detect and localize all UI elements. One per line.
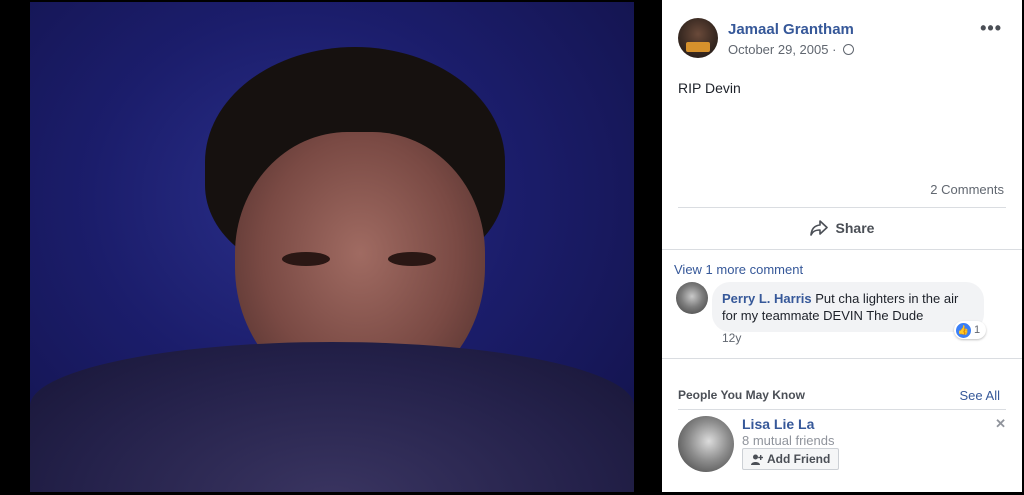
share-button[interactable]: Share <box>662 210 1022 246</box>
post-side-panel: Jamaal Grantham October 29, 2005 · ••• R… <box>662 0 1022 492</box>
photo-eye-left <box>282 252 330 266</box>
commenter-name[interactable]: Perry L. Harris <box>722 291 812 306</box>
reaction-count: 1 <box>974 324 981 336</box>
globe-icon[interactable] <box>843 44 855 55</box>
author-name[interactable]: Jamaal Grantham <box>728 21 854 38</box>
comment-bubble: Perry L. Harris Put cha lighters in the … <box>712 282 984 332</box>
divider <box>678 409 1006 410</box>
add-friend-icon <box>751 454 763 465</box>
close-icon[interactable]: ✕ <box>995 416 1006 432</box>
more-options-icon[interactable]: ••• <box>980 18 1002 39</box>
comments-count[interactable]: 2 Comments <box>930 182 1004 197</box>
share-label: Share <box>835 220 875 236</box>
add-friend-label: Add Friend <box>767 452 831 466</box>
comment-reactions[interactable]: 👍 1 <box>954 321 987 339</box>
share-icon <box>809 220 828 236</box>
post-photo[interactable] <box>30 2 634 492</box>
author-avatar[interactable] <box>678 18 718 58</box>
divider <box>678 207 1006 208</box>
like-icon: 👍 <box>956 322 971 338</box>
see-all-link[interactable]: See All <box>960 388 1000 403</box>
suggested-person-name[interactable]: Lisa Lie La <box>742 416 814 432</box>
photo-eye-right <box>388 252 436 266</box>
commenter-avatar[interactable] <box>676 282 708 314</box>
view-more-comments-link[interactable]: View 1 more comment <box>674 262 803 277</box>
suggested-person-avatar[interactable] <box>678 416 734 472</box>
add-friend-button[interactable]: Add Friend <box>742 448 840 470</box>
photo-shirt <box>30 342 634 492</box>
post-date-text[interactable]: October 29, 2005 · <box>728 42 836 57</box>
post-date: October 29, 2005 · <box>728 42 855 57</box>
pymk-title: People You May Know <box>678 388 805 402</box>
divider <box>662 358 1022 359</box>
post-text: RIP Devin <box>678 80 741 96</box>
comment-time[interactable]: 12y <box>722 331 741 345</box>
photo-viewer <box>0 0 662 495</box>
mutual-friends[interactable]: 8 mutual friends <box>742 433 835 448</box>
